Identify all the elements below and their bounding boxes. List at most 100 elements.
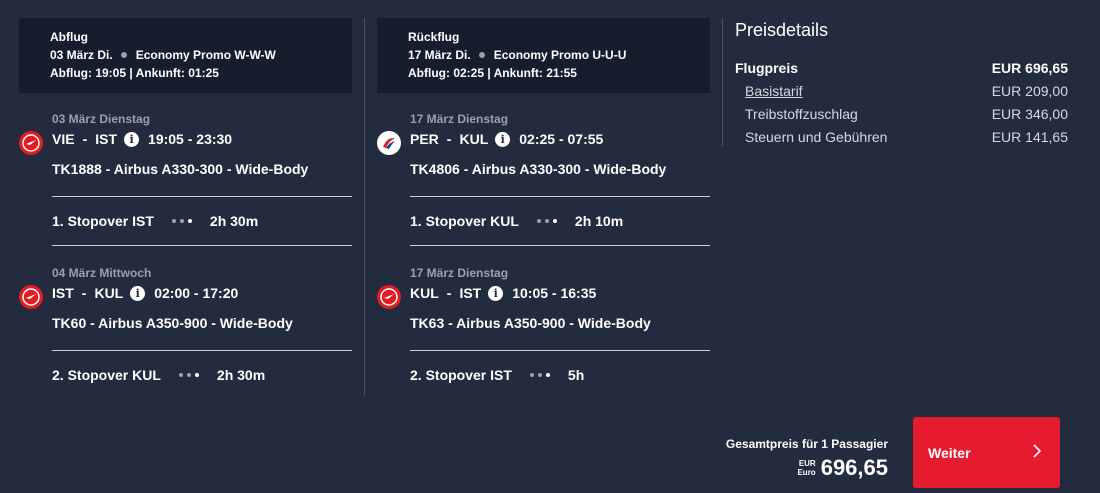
stopover-row: 1. Stopover IST 2h 30m [52,213,258,229]
flight-info: TK4806 - Airbus A330-300 - Wide-Body [410,161,667,177]
divider [410,245,710,246]
destination-code: IST [459,285,482,301]
outbound-title: Abflug [50,30,88,44]
dots-icon [536,219,557,223]
stopover-label: 1. Stopover IST [52,213,154,229]
flight-segment: 17 März Dienstag PER - KUL i 02:25 - 07:… [377,93,710,247]
chevron-right-icon [1032,444,1042,461]
price-label: Steuern und Gebühren [745,129,888,145]
continue-button-label: Weiter [928,444,971,461]
total-amount: 696,65 [820,455,888,480]
separator-dot [120,52,127,58]
info-icon[interactable]: i [130,285,146,301]
price-details: Preisdetails Flugpreis EUR 696,65 Basist… [735,20,1068,149]
flight-segment: 17 März Dienstag KUL - IST i 10:05 - 16:… [377,247,710,401]
outbound-fare: Economy Promo W-W-W [135,48,276,62]
malaysia-airlines-icon [377,131,401,155]
divider [410,196,710,197]
stopover-duration: 2h 10m [574,213,624,229]
stopover-row: 1. Stopover KUL 2h 10m [410,213,623,229]
turkish-airlines-icon [19,131,43,155]
price-value: EUR 141,65 [991,129,1068,145]
currency-name: Euro [797,468,816,477]
separator-dot [478,52,485,58]
price-main-label: Flugpreis [735,60,799,76]
segment-route: VIE - IST i 19:05 - 23:30 [52,131,232,147]
divider [52,245,352,246]
stopover-row: 2. Stopover KUL 2h 30m [52,367,265,383]
price-row: Treibstoffzuschlag EUR 346,00 [735,103,1068,126]
info-icon[interactable]: i [495,131,511,147]
segment-times: 10:05 - 16:35 [512,285,597,301]
price-details-title: Preisdetails [735,20,829,40]
base-fare-link[interactable]: Basistarif [745,80,803,103]
column-divider [722,18,723,146]
price-value: EUR 209,00 [991,83,1068,99]
booking-summary: Abflug 03 März Di. Economy Promo W-W-W A… [0,0,1100,493]
origin-code: PER [410,131,439,147]
segment-date: 03 März Dienstag [52,112,151,126]
flight-segment: 03 März Dienstag VIE - IST i 19:05 - 23:… [19,93,352,247]
stopover-row: 2. Stopover IST 5h [410,367,584,383]
flight-info: TK1888 - Airbus A330-300 - Wide-Body [52,161,309,177]
origin-code: VIE [52,131,75,147]
origin-code: IST [52,285,74,301]
segment-times: 02:25 - 07:55 [519,131,604,147]
price-row: Steuern und Gebühren EUR 141,65 [735,126,1068,149]
price-label: Treibstoffzuschlag [745,106,858,122]
return-fare: Economy Promo U-U-U [493,48,627,62]
return-column: Rückflug 17 März Di. Economy Promo U-U-U… [377,18,710,401]
segment-date: 17 März Dienstag [410,266,509,280]
outbound-times: Abflug: 19:05 | Ankunft: 01:25 [50,66,219,80]
route-separator: - [446,285,452,301]
divider [52,196,352,197]
continue-button[interactable]: Weiter [913,417,1060,488]
total-price: Gesamtpreis für 1 Passagier EUR Euro 696… [726,437,888,481]
column-divider [364,18,365,396]
flight-info: TK60 - Airbus A350-900 - Wide-Body [52,315,293,331]
outbound-header: Abflug 03 März Di. Economy Promo W-W-W A… [19,18,352,93]
info-icon[interactable]: i [124,131,140,147]
segment-times: 02:00 - 17:20 [154,285,239,301]
route-separator: - [81,285,87,301]
divider [52,350,352,351]
return-date: 17 März Di. [408,48,471,62]
price-row-total: Flugpreis EUR 696,65 [735,57,1068,80]
currency: EUR Euro [797,459,815,477]
price-row: Basistarif EUR 209,00 [735,80,1068,103]
stopover-duration: 2h 30m [209,213,259,229]
stopover-duration: 2h 30m [216,367,266,383]
segment-date: 04 März Mittwoch [52,266,152,280]
segment-date: 17 März Dienstag [410,112,509,126]
segment-route: IST - KUL i 02:00 - 17:20 [52,285,238,301]
dots-icon [178,373,199,377]
destination-code: KUL [94,285,124,301]
route-separator: - [82,131,88,147]
dots-icon [171,219,192,223]
segment-route: PER - KUL i 02:25 - 07:55 [410,131,603,147]
stopover-label: 1. Stopover KUL [410,213,519,229]
turkish-airlines-icon [19,285,43,309]
currency-code: EUR [798,459,816,468]
info-icon[interactable]: i [488,285,504,301]
route-separator: - [446,131,452,147]
price-main-value: EUR 696,65 [991,60,1068,76]
outbound-date: 03 März Di. [50,48,113,62]
segment-route: KUL - IST i 10:05 - 16:35 [410,285,596,301]
price-value: EUR 346,00 [991,106,1068,122]
outbound-column: Abflug 03 März Di. Economy Promo W-W-W A… [19,18,352,401]
flight-info: TK63 - Airbus A350-900 - Wide-Body [410,315,651,331]
return-title: Rückflug [408,30,460,44]
destination-code: KUL [459,131,489,147]
stopover-label: 2. Stopover IST [410,367,512,383]
divider [410,350,710,351]
segment-times: 19:05 - 23:30 [148,131,233,147]
stopover-label: 2. Stopover KUL [52,367,161,383]
destination-code: IST [95,131,118,147]
flight-segment: 04 März Mittwoch IST - KUL i 02:00 - 17:… [19,247,352,401]
dots-icon [529,373,550,377]
turkish-airlines-icon [377,285,401,309]
stopover-duration: 5h [567,367,585,383]
return-times: Abflug: 02:25 | Ankunft: 21:55 [408,66,577,80]
total-label: Gesamtpreis für 1 Passagier [725,437,888,451]
